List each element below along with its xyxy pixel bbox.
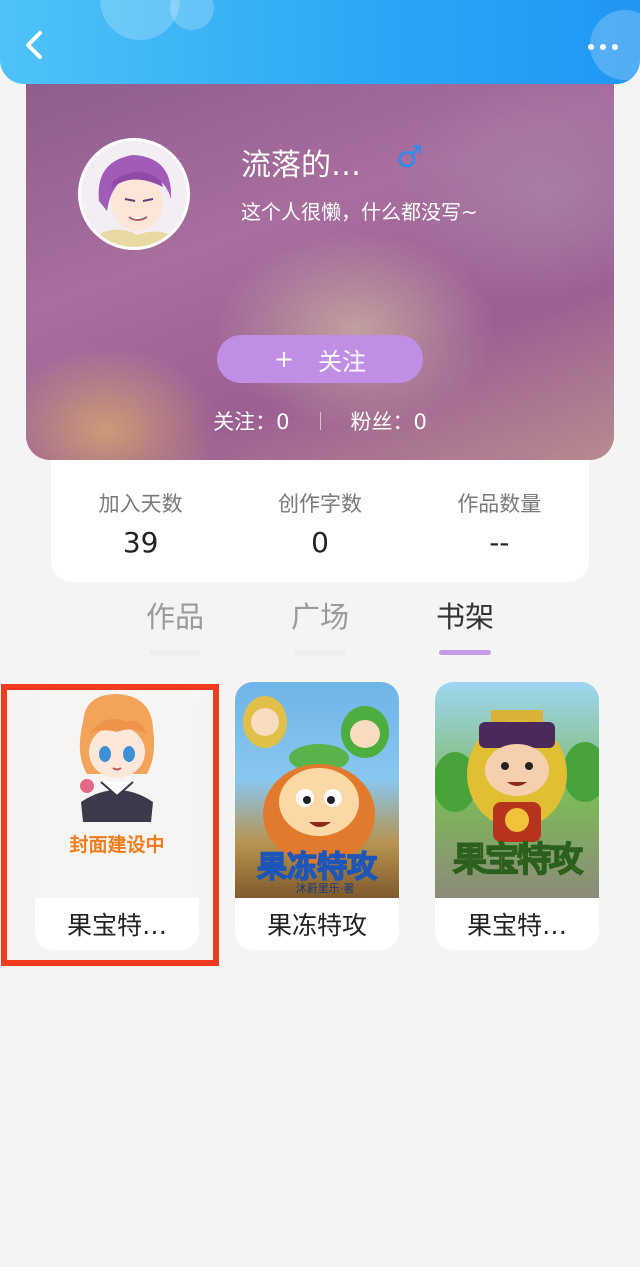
decorative-bubble xyxy=(100,0,180,40)
cover-title-art: 果宝特攻 xyxy=(452,839,584,881)
stat-value: 0 xyxy=(311,526,329,559)
tab-indicator xyxy=(149,650,201,655)
follow-button-label: 关注 xyxy=(318,347,367,376)
book-title: 果宝特… xyxy=(466,911,567,940)
avatar[interactable] xyxy=(78,138,190,250)
stat-label: 加入天数 xyxy=(98,492,183,516)
tab-square[interactable]: 广场 xyxy=(270,594,370,655)
tab-indicator xyxy=(439,650,491,655)
book-cover: 封面建设中 xyxy=(35,682,199,898)
book-cover: 果冻特攻 沐蔚里乐·著 xyxy=(235,682,399,898)
follow-button[interactable]: + 关注 xyxy=(217,335,423,383)
top-navigation-bar xyxy=(0,0,640,84)
cover-author-art: 沐蔚里乐·著 xyxy=(295,882,355,895)
tab-label: 广场 xyxy=(290,600,349,634)
follow-counts: 关注：0 粉丝：0 xyxy=(26,406,614,436)
stat-value: -- xyxy=(489,526,510,559)
back-arrow-icon[interactable] xyxy=(18,28,52,62)
stat-works-count: 作品数量 -- xyxy=(410,460,589,582)
tab-label: 作品 xyxy=(145,600,204,634)
tab-works[interactable]: 作品 xyxy=(125,594,225,655)
book-title: 果冻特攻 xyxy=(266,911,367,940)
book-title: 果宝特… xyxy=(66,911,167,940)
more-dots-icon[interactable] xyxy=(588,44,618,50)
following-count[interactable]: 关注：0 xyxy=(213,406,289,436)
cover-placeholder-text: 封面建设中 xyxy=(69,834,165,856)
stat-label: 创作字数 xyxy=(277,492,362,516)
placeholder-cover-illustration xyxy=(79,694,155,822)
stat-label: 作品数量 xyxy=(457,492,542,516)
tab-indicator xyxy=(294,650,346,655)
male-icon: ♂ xyxy=(396,140,423,175)
stat-word-count: 创作字数 0 xyxy=(230,460,409,582)
fans-count[interactable]: 粉丝：0 xyxy=(351,406,427,436)
tab-bookshelf[interactable]: 书架 xyxy=(415,594,515,655)
divider xyxy=(319,412,321,430)
username: 流落的… xyxy=(241,148,361,183)
tab-label: 书架 xyxy=(435,600,494,634)
stat-value: 39 xyxy=(122,526,159,559)
book-cover: 果宝特攻 xyxy=(435,682,599,898)
book-card[interactable]: 果冻特攻 沐蔚里乐·著 果冻特攻 xyxy=(235,682,399,950)
stat-join-days: 加入天数 39 xyxy=(51,460,230,582)
decorative-bubble xyxy=(170,0,214,30)
stats-card: 加入天数 39 创作字数 0 作品数量 -- xyxy=(51,460,589,582)
book-card[interactable]: 封面建设中 果宝特… xyxy=(35,682,199,950)
book-card[interactable]: 果宝特攻 果宝特… xyxy=(435,682,599,950)
profile-header: 流落的… ♂ 这个人很懒，什么都没写~ + 关注 关注：0 粉丝：0 xyxy=(26,70,614,460)
plus-icon: + xyxy=(273,345,295,373)
user-bio: 这个人很懒，什么都没写~ xyxy=(241,200,478,224)
tab-bar: 作品 广场 书架 xyxy=(0,594,640,655)
